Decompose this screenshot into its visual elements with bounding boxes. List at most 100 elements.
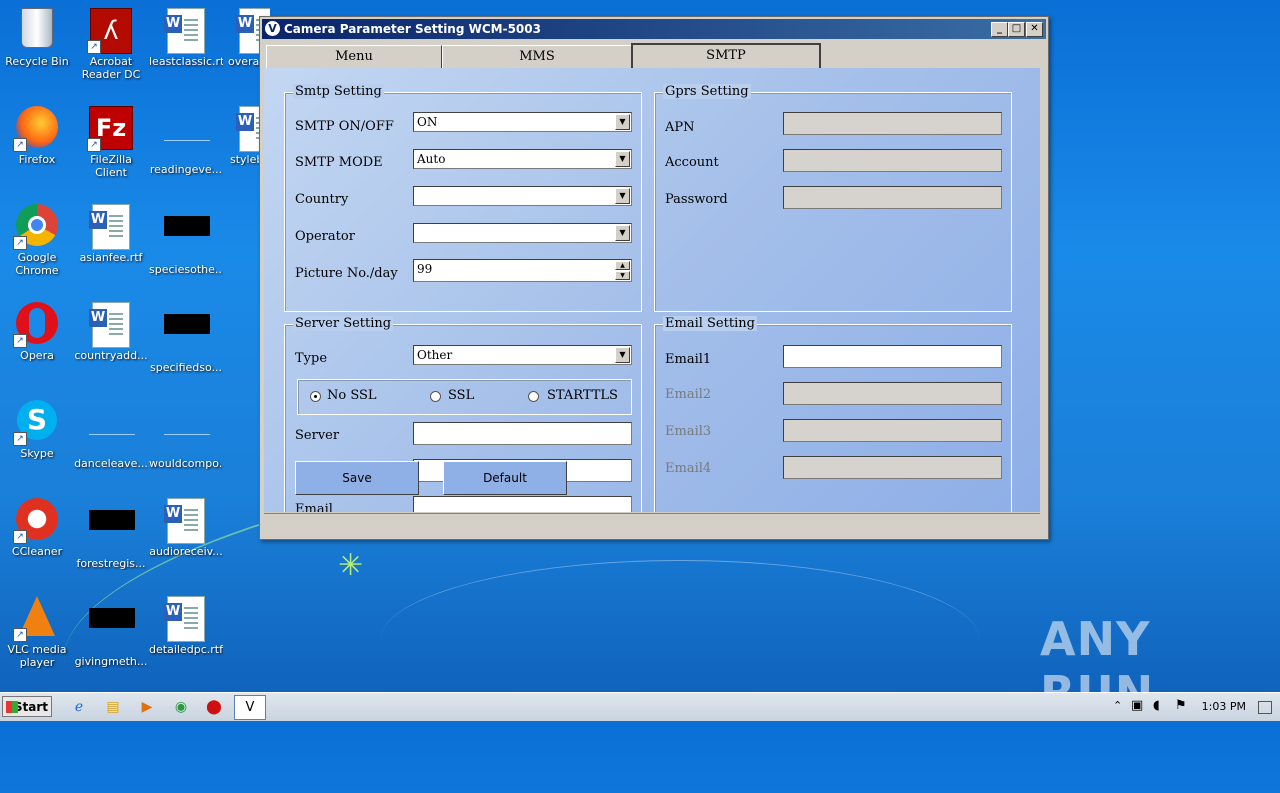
ssl-label[interactable]: SSL	[448, 388, 474, 403]
desktop-icon-chrome[interactable]: ↗ Google Chrome	[0, 204, 74, 277]
apn-label: APN	[665, 120, 695, 135]
tab-smtp[interactable]: SMTP	[631, 43, 821, 70]
server-field[interactable]	[413, 422, 632, 445]
account-label: Account	[665, 155, 719, 170]
minimize-button[interactable]: _	[991, 22, 1008, 37]
window-statusbar	[264, 513, 1040, 536]
camera-app-taskbar-button[interactable]: V	[234, 695, 266, 720]
save-button[interactable]: Save	[295, 461, 419, 495]
blank-file-icon	[89, 410, 135, 454]
email1-field[interactable]	[783, 345, 1002, 368]
ccleaner-icon: ↗	[13, 498, 59, 544]
chrome-taskbar-icon[interactable]: ◉	[170, 697, 192, 717]
desktop-icon-audioreceiv[interactable]: W audioreceiv...	[149, 498, 223, 558]
desktop-icon-firefox[interactable]: ↗ Firefox	[0, 106, 74, 166]
email-setting-group: Email Setting Email1 Email2 Email3 Email…	[654, 316, 1012, 512]
desktop-icon-givingmeth[interactable]: givingmeth...	[74, 596, 148, 668]
window-titlebar[interactable]: V Camera Parameter Setting WCM-5003 _ □ …	[262, 19, 1046, 39]
close-button[interactable]: ✕	[1026, 22, 1043, 37]
starttls-label[interactable]: STARTTLS	[547, 388, 618, 403]
opera-taskbar-icon[interactable]: ⬤	[203, 697, 225, 717]
default-button[interactable]: Default	[443, 461, 567, 495]
email3-field[interactable]	[783, 419, 1002, 442]
server-type-select[interactable]: Other ▼	[413, 345, 632, 365]
recycle-bin-icon	[15, 8, 59, 52]
desktop-icon-speciesothe[interactable]: speciesothe...	[149, 204, 223, 276]
desktop-icon-detailedpc[interactable]: W detailedpc.rtf	[149, 596, 223, 656]
desktop-icon-asianfee[interactable]: W asianfee.rtf	[74, 204, 148, 264]
desktop-icon-recycle-bin[interactable]: Recycle Bin	[0, 8, 74, 68]
smtp-tab-content: Smtp Setting SMTP ON/OFF ON ▼ SMTP MODE …	[264, 68, 1040, 512]
tab-strip: Menu MMS SMTP	[264, 42, 1040, 70]
windows-flag-icon	[6, 701, 18, 713]
server-email-label: Email	[295, 502, 333, 512]
server-label: Server	[295, 428, 340, 443]
desktop-icon-filezilla[interactable]: Fz ↗ FileZilla Client	[74, 106, 148, 179]
desktop-icon-skype[interactable]: S ↗ Skype	[0, 400, 74, 460]
email4-field[interactable]	[783, 456, 1002, 479]
no-ssl-label[interactable]: No SSL	[327, 388, 377, 403]
server-email-field[interactable]	[413, 496, 632, 512]
smtp-mode-select[interactable]: Auto ▼	[413, 149, 632, 169]
chevron-down-icon[interactable]: ▼	[615, 225, 630, 241]
media-player-icon[interactable]: ▶	[136, 697, 158, 717]
desktop-icon-countryadd[interactable]: W countryadd...	[74, 302, 148, 362]
desktop-icon-forestregis[interactable]: forestregis...	[74, 498, 148, 570]
stepper-up-icon[interactable]: ▲	[615, 261, 630, 270]
network-icon[interactable]: ▣	[1131, 698, 1143, 713]
password-label: Password	[665, 192, 728, 207]
smtp-onoff-value: ON	[417, 115, 438, 129]
show-desktop-icon[interactable]	[1258, 701, 1272, 714]
starttls-radio[interactable]	[528, 391, 539, 402]
internet-explorer-icon[interactable]: ℯ	[68, 697, 90, 717]
country-select[interactable]: ▼	[413, 186, 632, 206]
picture-per-day-value: 99	[417, 262, 433, 276]
redacted-file-icon	[89, 608, 135, 652]
operator-select[interactable]: ▼	[413, 223, 632, 243]
word-document-icon: W	[164, 596, 208, 642]
vlc-cone-icon: ↗	[13, 596, 59, 642]
desktop-icon-readingeve[interactable]: readingeve...	[149, 106, 223, 176]
chevron-down-icon[interactable]: ▼	[615, 151, 630, 167]
action-center-flag-icon[interactable]: ⚑	[1175, 698, 1187, 713]
maximize-button[interactable]: □	[1008, 22, 1025, 37]
opera-icon: ↗	[13, 302, 59, 348]
start-button[interactable]: Start	[2, 696, 52, 717]
tray-expand-icon[interactable]: ⌃	[1113, 699, 1122, 712]
apn-field[interactable]	[783, 112, 1002, 135]
desktop-icon-acrobat[interactable]: ʎ ↗ Acrobat Reader DC	[74, 8, 148, 81]
desktop-icon-vlc[interactable]: ↗ VLC media player	[0, 596, 74, 669]
no-ssl-radio[interactable]	[310, 391, 321, 402]
smtp-onoff-select[interactable]: ON ▼	[413, 112, 632, 132]
tab-menu[interactable]: Menu	[266, 45, 442, 68]
password-field[interactable]	[783, 186, 1002, 209]
redacted-file-icon	[164, 314, 210, 358]
file-explorer-icon[interactable]: ▤	[102, 697, 124, 717]
email-setting-legend: Email Setting	[663, 316, 757, 331]
skype-icon: S ↗	[13, 400, 59, 446]
picture-per-day-stepper[interactable]: 99 ▲ ▼	[413, 259, 632, 282]
window-client: Menu MMS SMTP Smtp Setting SMTP ON/OFF O…	[264, 42, 1040, 512]
taskbar-clock[interactable]: 1:03 PM	[1202, 700, 1246, 713]
stepper-down-icon[interactable]: ▼	[615, 271, 630, 280]
country-label: Country	[295, 192, 349, 207]
desktop-icon-ccleaner[interactable]: ↗ CCleaner	[0, 498, 74, 558]
chevron-down-icon[interactable]: ▼	[615, 347, 630, 363]
desktop-icon-opera[interactable]: ↗ Opera	[0, 302, 74, 362]
desktop-icon-wouldcompo[interactable]: wouldcompo...	[149, 400, 223, 470]
firefox-icon: ↗	[13, 106, 59, 152]
redacted-file-icon	[89, 510, 135, 554]
chevron-down-icon[interactable]: ▼	[615, 114, 630, 130]
volume-icon[interactable]: ◖	[1153, 698, 1160, 713]
email2-field[interactable]	[783, 382, 1002, 405]
chevron-down-icon[interactable]: ▼	[615, 188, 630, 204]
word-document-icon: W	[164, 498, 208, 544]
smtp-setting-group: Smtp Setting SMTP ON/OFF ON ▼ SMTP MODE …	[284, 84, 642, 312]
desktop-icon-leastclassic[interactable]: W leastclassic.rtf	[149, 8, 223, 68]
server-type-value: Other	[417, 348, 453, 362]
desktop-icon-specifiedso[interactable]: specifiedso...	[149, 302, 223, 374]
account-field[interactable]	[783, 149, 1002, 172]
tab-mms[interactable]: MMS	[442, 45, 632, 68]
ssl-radio[interactable]	[430, 391, 441, 402]
desktop-icon-danceleave[interactable]: danceleave...	[74, 400, 148, 470]
